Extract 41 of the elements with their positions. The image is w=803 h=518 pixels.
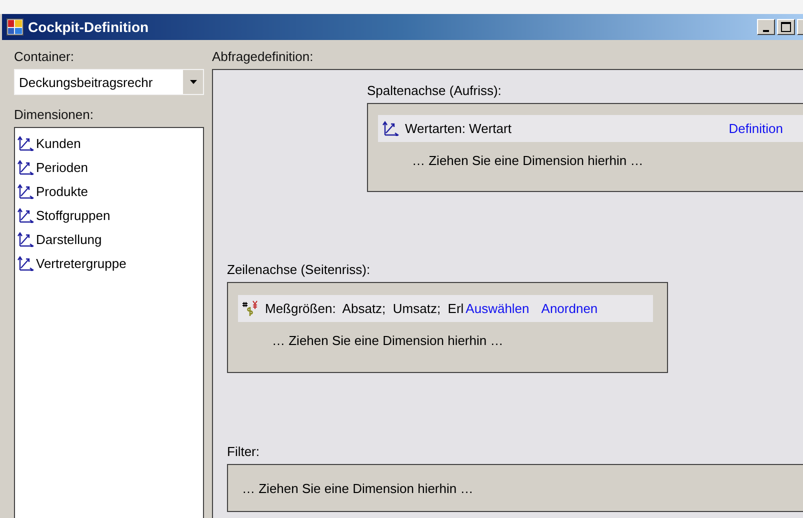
axes-icon <box>17 136 34 150</box>
drop-hint: … Ziehen Sie eine Dimension hierhin … <box>242 480 474 496</box>
dimension-item[interactable]: Produkte <box>15 179 203 203</box>
axes-icon <box>17 256 34 270</box>
axis-label: Zeilenachse (Seitenriss): <box>227 262 372 278</box>
axes-icon <box>382 121 399 136</box>
maximize-button[interactable] <box>777 19 795 35</box>
measures-icon <box>242 300 259 318</box>
query-label: Abfragedefinition: <box>212 48 314 66</box>
minimize-icon <box>763 30 769 32</box>
entry-text: Wertarten: Wertart <box>405 121 512 136</box>
minimize-button[interactable] <box>757 19 775 35</box>
axes-icon <box>17 184 34 198</box>
dimension-item[interactable]: Perioden <box>15 155 203 179</box>
app-icon <box>6 18 24 36</box>
drop-zone[interactable]: Wertarten: Wertart Definition … Ziehen Sie eine Dimension hierhin … <box>367 103 803 192</box>
axes-icon <box>17 160 34 174</box>
drop-hint: … Ziehen Sie eine Dimension hierhin … <box>412 153 644 168</box>
dimension-item[interactable]: Stoffgruppen <box>15 203 203 227</box>
entry-link[interactable]: Definition <box>728 121 783 136</box>
dimension-item[interactable]: Darstellung <box>15 227 203 251</box>
drop-zone[interactable]: Meßgrößen: Absatz; Umsatz; ErlAuswählen Anordnen … Ziehen Sie eine Dimension hierhin … <box>227 282 668 373</box>
close-button[interactable] <box>797 19 803 35</box>
dimensions-label: Dimensionen: <box>14 106 94 124</box>
dimension-item[interactable]: Kunden <box>15 131 203 155</box>
maximize-icon <box>781 22 791 32</box>
entry-link[interactable]: Auswählen <box>466 301 530 316</box>
axis-entry[interactable]: Wertarten: Wertart Definition <box>378 115 803 142</box>
axes-icon <box>17 232 34 246</box>
window-title: Cockpit-Definition <box>28 19 149 35</box>
entry-text: Meßgrößen: Absatz; Umsatz; Erl <box>265 301 464 316</box>
axis-label: Filter: <box>227 444 260 460</box>
axis-entry[interactable]: Meßgrößen: Absatz; Umsatz; ErlAuswählen Anordnen <box>238 295 653 322</box>
container-dropdown[interactable]: Deckungsbeitragsrechr <box>14 69 204 95</box>
axis-label: Spaltenachse (Aufriss): <box>367 83 502 99</box>
dimension-item[interactable]: Vertretergruppe <box>15 251 203 275</box>
drop-zone[interactable]: … Ziehen Sie eine Dimension hierhin … <box>227 464 803 512</box>
axes-icon <box>17 208 34 222</box>
drop-hint: … Ziehen Sie eine Dimension hierhin … <box>272 333 504 348</box>
entry-link[interactable]: Anordnen <box>541 301 598 316</box>
container-label: Container: <box>14 48 75 66</box>
